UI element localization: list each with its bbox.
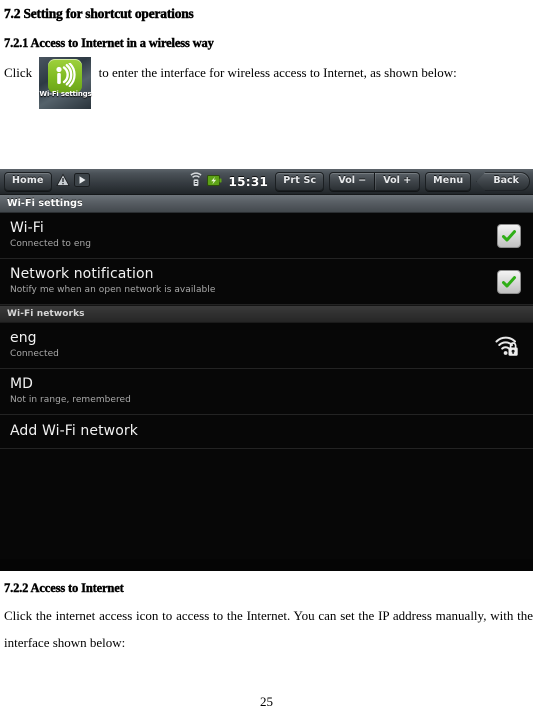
- subsection-heading-721: 7.2.1 Access to Internet in a wireless w…: [4, 36, 531, 51]
- status-bar-right: 15:31 Prt Sc Vol − Vol + Menu Back: [190, 172, 533, 191]
- network-notification-checkbox[interactable]: [497, 270, 521, 294]
- volume-button-group: Vol − Vol +: [329, 172, 420, 191]
- wifi-checkbox[interactable]: [497, 224, 521, 248]
- network-eng-texts: eng Connected: [10, 330, 495, 361]
- access-internet-paragraph: Click the internet access icon to access…: [4, 602, 533, 656]
- network-notification-title: Network notification: [10, 266, 497, 283]
- network-notification-subtitle: Notify me when an open network is availa…: [10, 284, 497, 297]
- play-icon[interactable]: [74, 172, 90, 191]
- document-body: 7.2 Setting for shortcut operations 7.2.…: [0, 6, 533, 91]
- checkmark-icon: [501, 274, 517, 290]
- signal-icon: [190, 172, 202, 191]
- prtsc-button[interactable]: Prt Sc: [275, 172, 324, 191]
- list-item-network-notification[interactable]: Network notification Notify me when an o…: [0, 259, 533, 305]
- checkmark-icon: [501, 228, 517, 244]
- list-item-network-md[interactable]: MD Not in range, remembered: [0, 369, 533, 415]
- network-md-subtitle: Not in range, remembered: [10, 394, 523, 407]
- wifi-row-subtitle: Connected to eng: [10, 238, 497, 251]
- clock: 15:31: [229, 175, 269, 189]
- home-button[interactable]: Home: [4, 172, 52, 191]
- app-title-bar: Wi-Fi settings: [0, 195, 533, 213]
- status-bar: Home: [0, 169, 533, 195]
- section-header-wifi-networks: Wi-Fi networks: [0, 305, 533, 323]
- battery-icon: [207, 172, 222, 191]
- list-item-network-eng[interactable]: eng Connected: [0, 323, 533, 369]
- add-network-texts: Add Wi-Fi network: [10, 423, 523, 440]
- network-md-title: MD: [10, 376, 523, 393]
- subsection-heading-722: 7.2.2 Access to Internet: [4, 581, 533, 596]
- network-eng-title: eng: [10, 330, 495, 347]
- back-button[interactable]: Back: [476, 172, 530, 191]
- list-item-wifi[interactable]: Wi-Fi Connected to eng: [0, 213, 533, 259]
- warning-triangle-icon: [56, 172, 70, 191]
- page-number: 25: [0, 694, 533, 710]
- menu-button[interactable]: Menu: [425, 172, 471, 191]
- device-screenshot: Home: [0, 169, 533, 571]
- wifi-secure-icon: [495, 335, 519, 357]
- wifi-row-title: Wi-Fi: [10, 220, 497, 237]
- app-title: Wi-Fi settings: [7, 198, 83, 209]
- wifi-settings-icon: Wi-Fi settings: [39, 57, 91, 109]
- paragraph-body: to enter the interface for wireless acce…: [99, 65, 457, 80]
- network-md-texts: MD Not in range, remembered: [10, 376, 523, 407]
- add-network-label: Add Wi-Fi network: [10, 423, 523, 440]
- network-eng-subtitle: Connected: [10, 348, 495, 361]
- volume-up-button[interactable]: Vol +: [374, 173, 419, 190]
- paragraph-prefix: Click: [4, 65, 32, 80]
- intro-paragraph: Click Wi-Fi settings to enter the interf…: [4, 57, 529, 91]
- list-item-add-wifi-network[interactable]: Add Wi-Fi network: [0, 415, 533, 449]
- empty-list-area: [0, 449, 533, 559]
- page-title: 7.2 Setting for shortcut operations: [4, 6, 531, 22]
- status-bar-left: Home: [0, 172, 90, 191]
- network-notification-texts: Network notification Notify me when an o…: [10, 266, 497, 297]
- wifi-row-texts: Wi-Fi Connected to eng: [10, 220, 497, 251]
- wifi-settings-icon-label: Wi-Fi settings: [39, 81, 91, 108]
- volume-down-button[interactable]: Vol −: [330, 173, 374, 190]
- section-header-label: Wi-Fi networks: [7, 309, 85, 319]
- document-body-lower: 7.2.2 Access to Internet Click the inter…: [0, 581, 533, 656]
